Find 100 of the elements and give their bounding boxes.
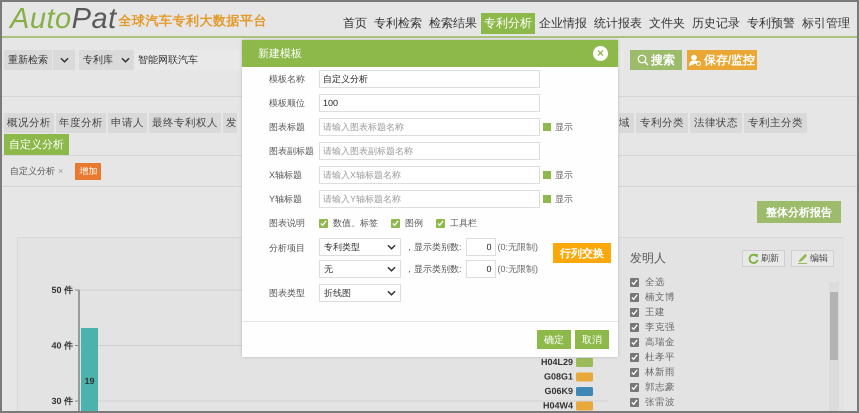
pencil-icon <box>797 253 808 264</box>
input-field[interactable]: 0 <box>466 238 496 256</box>
inventor-name: 郭志豪 <box>645 380 675 394</box>
inventor-name: 杜孝平 <box>645 350 675 364</box>
scrollbar[interactable] <box>829 282 839 411</box>
analysis-tab[interactable]: 申请人 <box>108 113 147 133</box>
chevron-down-icon <box>121 57 130 63</box>
checkbox-label: 显示 <box>555 192 573 206</box>
field-label: X轴标题 <box>269 168 304 182</box>
field-label: 图表说明 <box>269 216 306 230</box>
inventor-name: 王建 <box>645 306 665 318</box>
user-search-icon <box>688 54 702 66</box>
legend-label: G06K9 <box>544 386 573 396</box>
analysis-tab[interactable]: 法律状态 <box>690 113 742 133</box>
nav-item[interactable]: 专利检索 <box>371 13 425 34</box>
checkbox[interactable] <box>391 218 400 228</box>
nav-item[interactable]: 专利预警 <box>744 13 798 34</box>
dropdown[interactable]: 折线图 <box>319 284 401 302</box>
checkbox-label: 工具栏 <box>450 216 477 230</box>
input-field[interactable]: 自定义分析 <box>319 70 540 88</box>
inventor-name: 高瑞金 <box>645 336 675 348</box>
field-label: 图表标题 <box>269 120 306 134</box>
checkbox[interactable] <box>543 171 551 179</box>
checkbox[interactable] <box>630 368 639 376</box>
checkbox[interactable] <box>543 195 551 203</box>
input-field[interactable]: 请输入图表副标题名称 <box>319 142 540 160</box>
field-label: 图表类型 <box>269 286 306 300</box>
checkbox[interactable] <box>630 278 639 286</box>
checkbox-label: 图例 <box>405 216 423 230</box>
hint-text: (0:无限制) <box>498 262 538 276</box>
nav-item[interactable]: 历史记录 <box>689 13 743 34</box>
inventor-name: 楠文博 <box>645 290 675 304</box>
database-dropdown[interactable]: 专利库 <box>79 50 134 70</box>
tagline: 全球汽车专利大数据平台 <box>118 12 268 30</box>
inventor-name: 全选 <box>645 276 665 288</box>
chevron-down-icon <box>387 244 396 250</box>
input-field[interactable]: 0 <box>466 260 496 278</box>
nav-item[interactable]: 统计报表 <box>591 13 645 34</box>
checkbox[interactable] <box>630 352 639 362</box>
nav-item[interactable]: 标引管理 <box>799 13 853 34</box>
analysis-tab[interactable]: 发 <box>223 113 237 133</box>
checkbox[interactable] <box>543 123 551 131</box>
refresh-icon <box>748 253 759 264</box>
analysis-tab[interactable]: 年度分析 <box>56 113 106 133</box>
dialog-title: 新建模板 <box>258 46 302 61</box>
chevron-down-icon <box>387 290 396 296</box>
inventor-name: 林新雨 <box>645 366 675 378</box>
checkbox-label: 数值、标签 <box>333 216 378 230</box>
hint-text: (0:无限制) <box>498 240 538 254</box>
input-field[interactable]: 请输入图表标题名称 <box>319 118 540 136</box>
checkbox[interactable] <box>630 338 639 346</box>
refresh-button[interactable]: 刷新 <box>742 250 785 267</box>
axis-tick-label: 40 件 <box>51 340 73 350</box>
nav-item[interactable]: 检索结果 <box>426 13 480 34</box>
analysis-tab[interactable]: 域 <box>619 113 634 133</box>
bar-value-label: 19 <box>84 376 94 386</box>
analysis-tab[interactable]: 最终专利权人 <box>149 113 221 133</box>
axis-tick-label: 50 件 <box>51 285 73 295</box>
checkbox-label: 显示 <box>555 168 573 182</box>
input-field[interactable]: 请输入Y轴标题名称 <box>319 190 540 208</box>
input-field[interactable]: 100 <box>319 94 540 112</box>
analysis-tab[interactable]: 专利分类 <box>636 113 688 133</box>
chevron-down-icon <box>60 57 68 63</box>
chevron-down-icon <box>387 266 396 272</box>
input-field[interactable]: 请输入X轴标题名称 <box>319 166 540 184</box>
panel-title: 发明人 <box>630 250 666 267</box>
dropdown[interactable]: 无 <box>319 260 401 278</box>
checkbox[interactable] <box>436 218 445 228</box>
checkbox-label: 显示 <box>555 120 573 134</box>
inventor-name: 张雷波 <box>645 396 675 408</box>
field-label: 图表副标题 <box>269 144 315 158</box>
field-label: ，显示类别数: <box>405 262 462 276</box>
nav-item[interactable]: 首页 <box>340 13 370 34</box>
logo-wordmark: AutoPat <box>10 2 117 36</box>
field-label: 模板顺位 <box>269 96 306 110</box>
edit-button[interactable]: 编辑 <box>791 250 834 267</box>
inventor-name: 李克强 <box>645 320 675 334</box>
checkbox[interactable] <box>630 308 639 316</box>
checkbox[interactable] <box>630 292 639 302</box>
legend-label: G08G1 <box>544 372 573 382</box>
template-tab[interactable]: 自定义分析 × <box>10 164 64 178</box>
search-icon <box>637 54 649 66</box>
analysis-tab[interactable]: 专利主分类 <box>744 113 807 133</box>
field-label: ，显示类别数: <box>405 240 462 254</box>
dropdown[interactable]: 专利类型 <box>319 238 401 256</box>
field-label: Y轴标题 <box>269 192 304 206</box>
checkbox[interactable] <box>630 398 639 406</box>
checkbox[interactable] <box>630 322 639 332</box>
nav-item[interactable]: 企业情报 <box>536 13 590 34</box>
legend-label: H04W4 <box>542 400 573 410</box>
nav-item[interactable]: 文件夹 <box>646 13 688 34</box>
field-label: 分析项目 <box>269 242 306 255</box>
checkbox[interactable] <box>630 382 639 392</box>
search-mode-dropdown[interactable]: 重新检索 <box>4 50 52 70</box>
legend-label: H04L29 <box>540 357 573 367</box>
analysis-tab[interactable]: 概况分析 <box>4 113 54 133</box>
dropdown-toggle[interactable] <box>53 50 75 70</box>
checkbox[interactable] <box>319 218 328 228</box>
field-label: 模板名称 <box>269 72 306 86</box>
axis-tick-label: 30 件 <box>51 396 73 406</box>
